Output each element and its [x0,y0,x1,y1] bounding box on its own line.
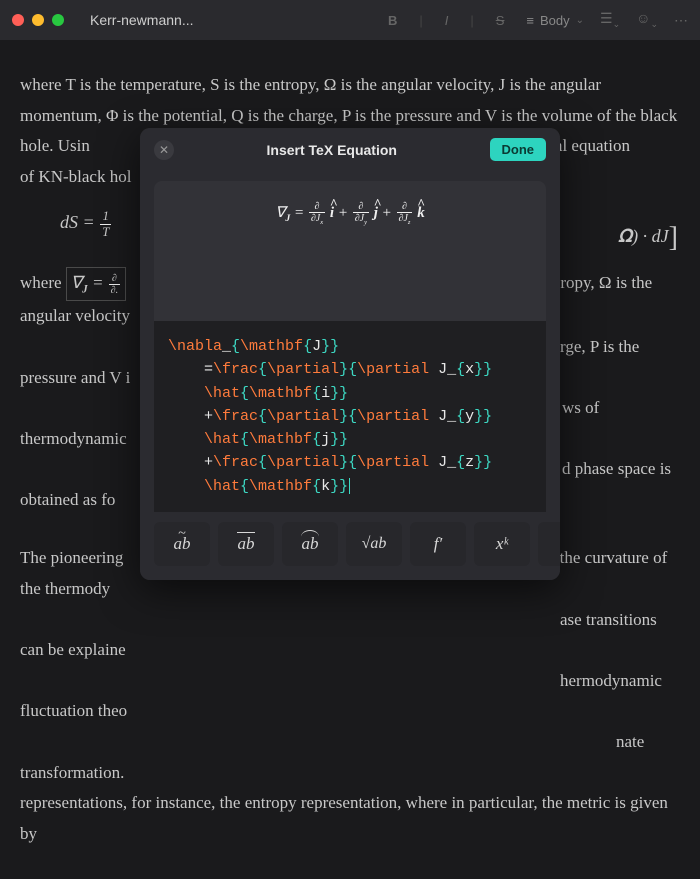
symbol-tilde-button[interactable]: ab [154,522,210,566]
style-label: Body [540,13,570,28]
italic-button[interactable]: I [439,9,455,32]
modal-header: ✕ Insert TeX Equation Done [140,128,560,171]
done-button[interactable]: Done [490,138,547,161]
titlebar: Kerr-newmann... B | I | S ≡ Body ⌄ ☰⌄ ☺⌄… [0,0,700,40]
paragraph-style-select[interactable]: ≡ Body ⌄ [526,13,584,28]
format-toolbar: B | I | S ≡ Body ⌄ ☰⌄ ☺⌄ ⋯ [382,9,688,32]
strikethrough-button[interactable]: S [490,9,511,32]
eq-fraction: 1 T [100,209,111,239]
symbol-bar-button[interactable]: ab [218,522,274,566]
body-text: The pioneering [20,548,123,567]
align-icon: ≡ [526,13,534,28]
emoji-icon[interactable]: ☺⌄ [636,10,658,30]
eq-text: dS = [60,212,95,232]
more-icon[interactable]: ⋯ [674,12,688,29]
symbol-more-button[interactable] [538,522,560,566]
list-icon[interactable]: ☰⌄ [600,10,620,30]
body-text: of KN-black hol [20,167,131,186]
close-window-button[interactable] [12,14,24,26]
close-button[interactable]: ✕ [154,140,174,160]
inline-equation[interactable]: ∇J = ∂∂. [66,267,126,301]
toolbar-separator: | [419,13,422,28]
minimize-window-button[interactable] [32,14,44,26]
symbol-hat-button[interactable]: ab [282,522,338,566]
window-controls [12,14,64,26]
tex-equation-modal: ✕ Insert TeX Equation Done ∇J = ∂∂Jx i +… [140,128,560,580]
preview-equation: ∇J = ∂∂Jx i + ∂∂Jy j + ∂∂Jz k [168,201,532,226]
symbol-palette: ab ab ab √ab f′ xᵏ [140,512,560,580]
body-text: nate transformation. [20,732,644,782]
bold-button[interactable]: B [382,9,403,32]
equation-fragment: 𝛀) · dJ] [618,222,678,254]
body-text: where [20,273,62,292]
document-title: Kerr-newmann... [90,12,193,28]
chevron-down-icon: ⌄ [576,15,584,26]
body-text: representations, for instance, the entro… [20,793,528,812]
symbol-sqrt-button[interactable]: √ab [346,522,402,566]
body-paragraph: The pioneering the curvature of the ther… [20,543,680,849]
equation-preview: ∇J = ∂∂Jx i + ∂∂Jy j + ∂∂Jz k [154,181,546,321]
tex-source-editor[interactable]: \nabla_{\mathbf{J}} =\frac{\partial}{\pa… [154,321,546,512]
body-text: ase transitions can be explaine [20,610,657,660]
toolbar-separator: | [470,13,473,28]
text-caret [349,478,350,494]
body-text: hermodynamic fluctuation theo [20,671,662,721]
modal-title: Insert TeX Equation [174,142,490,158]
maximize-window-button[interactable] [52,14,64,26]
symbol-xk-button[interactable]: xᵏ [474,522,530,566]
close-icon: ✕ [159,143,169,157]
symbol-fprime-button[interactable]: f′ [410,522,466,566]
